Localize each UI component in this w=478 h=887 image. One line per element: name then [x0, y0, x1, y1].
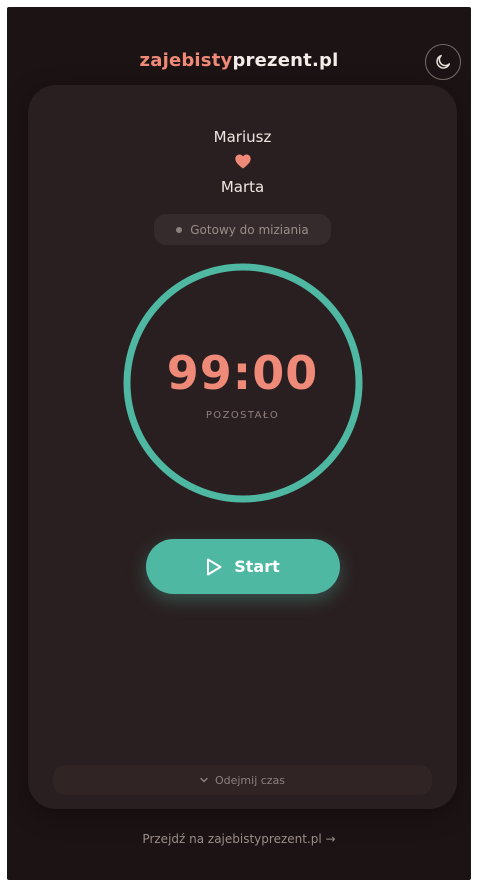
brand-logo[interactable]: zajebistyprezent.pl	[7, 50, 471, 71]
footer-website-link[interactable]: Przejdź na zajebistyprezent.pl →	[7, 832, 471, 846]
timer-value: 99:00	[166, 346, 319, 400]
brand-name-part2: prezent.pl	[232, 50, 339, 71]
status-badge: Gotowy do miziania	[154, 214, 331, 245]
status-text: Gotowy do miziania	[190, 222, 309, 237]
chevron-down-icon	[200, 777, 208, 783]
partner-name-top: Mariusz	[213, 128, 272, 146]
subtract-time-label: Odejmij czas	[214, 773, 286, 787]
start-button[interactable]: Start	[146, 539, 340, 594]
partner-name-bottom: Marta	[220, 178, 265, 196]
status-dot-icon	[176, 226, 183, 233]
play-icon	[206, 558, 222, 576]
heart-icon	[235, 154, 251, 169]
timer-label: POZOSTAŁO	[205, 410, 280, 421]
theme-toggle-button[interactable]	[425, 44, 461, 80]
timer-card: Mariusz Marta Gotowy do miziania 99:00 P…	[28, 85, 457, 809]
brand-name-part1: zajebisty	[139, 50, 233, 71]
app-screen: zajebistyprezent.pl Mariusz Marta Gotowy…	[7, 7, 471, 880]
start-button-label: Start	[234, 557, 280, 576]
subtract-time-toggle[interactable]: Odejmij czas	[53, 765, 432, 795]
moon-icon	[436, 54, 451, 69]
